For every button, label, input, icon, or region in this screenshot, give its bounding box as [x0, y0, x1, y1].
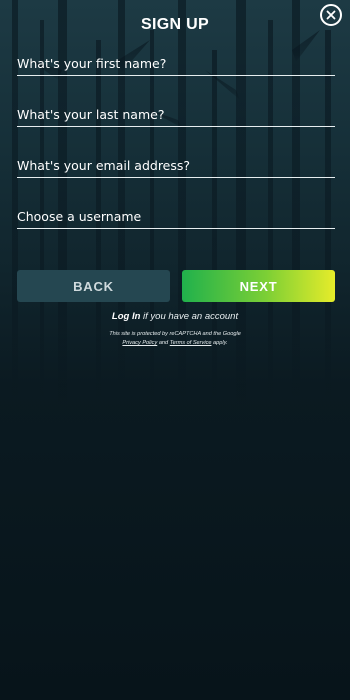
email-input[interactable] — [17, 150, 335, 177]
first-name-field[interactable] — [17, 48, 335, 76]
recaptcha-prefix: This site is protected by reCAPTCHA and … — [109, 331, 241, 337]
username-input[interactable] — [17, 201, 335, 228]
last-name-input[interactable] — [17, 99, 335, 126]
login-prompt: Log In if you have an account — [0, 311, 350, 322]
login-link[interactable]: Log In — [112, 311, 141, 322]
next-button[interactable]: NEXT — [182, 270, 335, 302]
close-icon — [326, 10, 336, 20]
privacy-policy-link[interactable]: Privacy Policy — [122, 340, 157, 346]
back-button[interactable]: BACK — [17, 270, 170, 302]
last-name-field[interactable] — [17, 99, 335, 127]
terms-of-service-link[interactable]: Terms of Service — [170, 340, 212, 346]
recaptcha-notice: This site is protected by reCAPTCHA and … — [0, 330, 350, 348]
recaptcha-and: and — [158, 340, 169, 346]
close-button[interactable] — [320, 4, 342, 26]
page-title: SIGN UP — [141, 16, 209, 33]
login-suffix: if you have an account — [143, 311, 239, 322]
email-field[interactable] — [17, 150, 335, 178]
first-name-input[interactable] — [17, 48, 335, 75]
username-field[interactable] — [17, 201, 335, 229]
header: SIGN UP — [0, 0, 350, 52]
recaptcha-suffix: apply. — [213, 340, 228, 346]
